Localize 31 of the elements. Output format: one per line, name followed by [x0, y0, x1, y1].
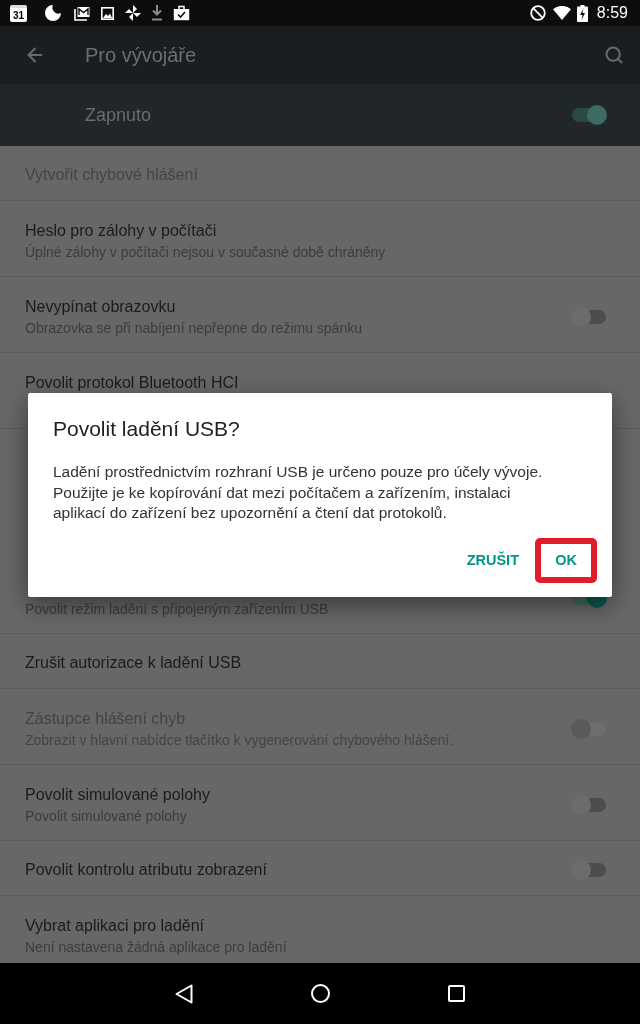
screen-title: Pro vývojáře [85, 43, 198, 68]
download-icon [151, 5, 163, 21]
battery-icon [576, 4, 588, 22]
setting-title: Povolit kontrolu atributu zobrazení [25, 860, 267, 880]
setting-title: Nevypínat obrazovku [25, 296, 176, 317]
dialog-message: Ladění prostřednictvím rozhraní USB je určeno pouze pro účely vývoje. Použijte je ke kopírování dat mezi počítačem a zařízením, instalaci aplikací do zařízení bez upozornění a čtení dat protokolů. [53, 462, 544, 523]
home-icon[interactable] [310, 984, 330, 1003]
wifi-icon [552, 6, 571, 20]
back-icon[interactable] [175, 983, 193, 1004]
dialog-title: Povolit ladění USB? [53, 417, 240, 441]
search-icon[interactable] [604, 45, 624, 65]
toggle-switch[interactable] [571, 860, 607, 880]
toggle-switch[interactable] [571, 105, 607, 125]
pinwheel-icon [125, 5, 141, 21]
image-icon [101, 6, 114, 20]
setting-title: Heslo pro zálohy v počítači [25, 220, 217, 241]
bag-check-icon [173, 5, 190, 21]
master-switch-label: Zapnuto [85, 104, 153, 126]
mail-icon [74, 5, 90, 21]
setting-title: Povolit protokol Bluetooth HCI [25, 372, 239, 393]
circle-slash-icon [529, 5, 546, 21]
toggle-switch[interactable] [571, 794, 607, 815]
ok-button[interactable]: OK [535, 537, 597, 583]
moon-icon [45, 5, 61, 21]
setting-title: Zrušit autorizace k ladění USB [25, 653, 242, 673]
setting-title: Povolit simulované polohy [25, 784, 210, 805]
status-time: 8:59 [596, 3, 628, 23]
toggle-switch[interactable] [571, 306, 607, 327]
setting-title: Vybrat aplikaci pro ladění [25, 915, 205, 936]
calendar-icon: 31 [10, 4, 27, 22]
recents-icon[interactable] [447, 985, 465, 1002]
